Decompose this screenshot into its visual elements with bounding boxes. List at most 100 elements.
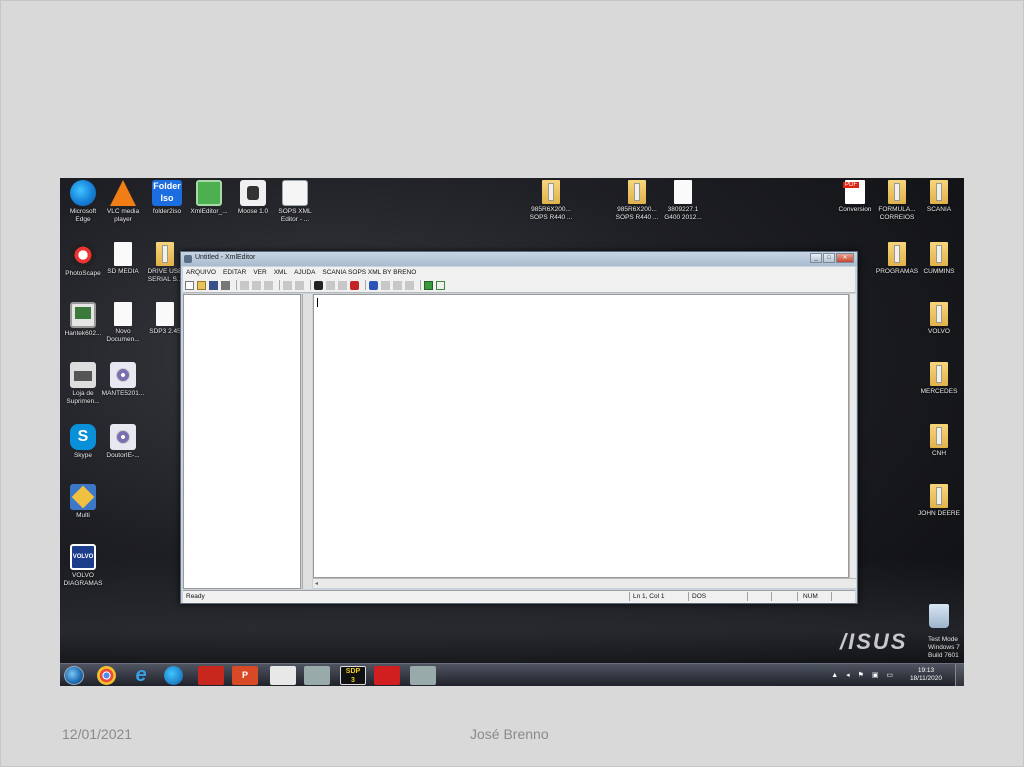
system-tray[interactable]: ▲ ◂ ⚑ ▣ ▭	[831, 671, 896, 679]
moose-icon	[240, 180, 266, 206]
close-button[interactable]: ✕	[836, 253, 854, 263]
folder-icon	[930, 424, 948, 448]
taskbar-clock[interactable]: 19:13 18/11/2020	[910, 667, 942, 683]
bookmark-icon[interactable]	[381, 280, 390, 290]
status-divider	[771, 592, 772, 601]
volvo-icon: VOLVO	[70, 544, 96, 570]
desktop-icon-label: PROGRAMAS	[875, 268, 919, 275]
desktop-icon-label: CNH	[931, 450, 947, 457]
menu-editar[interactable]: EDITAR	[223, 269, 246, 276]
replace-icon[interactable]	[350, 280, 359, 290]
folder-icon	[628, 180, 646, 204]
desktop-icon-multi[interactable]: Multi	[60, 484, 106, 520]
xmleditor-window: Untitled - XmlEditor _ □ ✕ ARQUIVO EDITA…	[180, 251, 858, 604]
bookmark-next-icon[interactable]	[393, 280, 402, 290]
find-prev-icon[interactable]	[338, 280, 347, 290]
footer-date: 12/01/2021	[62, 726, 133, 742]
folder2iso-icon: Folder Iso	[152, 180, 182, 206]
bookmark-clear-icon[interactable]	[405, 280, 414, 290]
save-icon[interactable]	[209, 280, 218, 290]
copy-icon[interactable]	[252, 280, 261, 290]
desktop-icon-formula-correios[interactable]: FORMULA... CORREIOS	[874, 180, 920, 222]
tree-view-pane[interactable]	[183, 294, 301, 589]
photoscape-icon	[70, 242, 96, 268]
desktop-icon-scania[interactable]: SCANIA	[916, 180, 962, 214]
maximize-button[interactable]: □	[823, 253, 835, 263]
menu-ver[interactable]: VER	[253, 269, 266, 276]
desktop-icon-sd-media[interactable]: SD MEDIA	[100, 242, 146, 276]
desktop-icon-sops-folder-2[interactable]: 985R6X200... SOPS R440 ...	[614, 180, 660, 222]
desktop-icon-volvo-diagramas[interactable]: VOLVO VOLVO DIAGRAMAS	[60, 544, 106, 588]
status-divider	[688, 592, 689, 601]
pane-splitter[interactable]	[302, 294, 312, 589]
desktop-icon-novo-documento[interactable]: Novo Documen...	[100, 302, 146, 344]
desktop-icon-programas[interactable]: PROGRAMAS	[874, 242, 920, 276]
open-folder-icon[interactable]	[197, 280, 206, 290]
taskbar: e P SDP 3 ▲ ◂ ⚑ ▣ ▭ 19:13 18/11/2020	[60, 663, 964, 686]
mcafee-icon[interactable]	[198, 666, 224, 685]
toolbar-separator	[310, 280, 311, 290]
acrobat-icon[interactable]	[374, 666, 400, 685]
desktop-icon-label: VLC media player	[106, 208, 140, 223]
menu-xml[interactable]: XML	[274, 269, 287, 276]
status-bar: Ready Ln 1, Col 1 DOS NUM	[183, 590, 855, 603]
vertical-scrollbar[interactable]	[849, 294, 856, 578]
desktop-icon-xmleditor[interactable]: XmlEditor_...	[186, 180, 232, 216]
menu-ajuda[interactable]: AJUDA	[294, 269, 315, 276]
desktop-icon-label: VOLVO DIAGRAMAS	[63, 572, 103, 587]
new-file-icon[interactable]	[185, 280, 194, 290]
window-controls: _ □ ✕	[809, 253, 854, 263]
desktop-icon-label: Multi	[76, 512, 90, 519]
desktop-icon-g400[interactable]: 3809227.1 G400 2012...	[660, 180, 706, 222]
desktop-icon-moose[interactable]: Moose 1.0	[230, 180, 276, 216]
desktop-icon-conversion[interactable]: Conversion	[832, 180, 878, 214]
desktop-icon-cnh[interactable]: CNH	[916, 424, 962, 458]
show-desktop-button[interactable]	[955, 664, 964, 686]
minimize-button[interactable]: _	[810, 253, 822, 263]
drive-icon[interactable]	[410, 666, 436, 685]
status-text: Ready	[186, 593, 205, 600]
desktop-icon-vlc[interactable]: VLC media player	[100, 180, 146, 224]
undo-icon[interactable]	[283, 280, 292, 290]
check-icon[interactable]	[436, 280, 445, 290]
edge-taskbar-icon[interactable]	[164, 666, 183, 685]
desktop-icon-recycle-bin[interactable]	[916, 604, 962, 630]
desktop-icon-folder2iso[interactable]: Folder Iso folder2iso	[144, 180, 190, 216]
paste-icon[interactable]	[264, 280, 273, 290]
desktop-icon-cummins[interactable]: CUMMINS	[916, 242, 962, 276]
title-bar[interactable]: Untitled - XmlEditor _ □ ✕	[181, 252, 857, 266]
toolbar-separator	[420, 280, 421, 290]
desktop-icon-label: 985R6X200... SOPS R440 ...	[529, 206, 573, 221]
notepad-icon[interactable]	[270, 666, 296, 685]
menu-arquivo[interactable]: ARQUIVO	[186, 269, 216, 276]
recycle-bin-icon	[929, 604, 949, 628]
xml-text-editor[interactable]	[313, 294, 849, 578]
desktop-icon-mante[interactable]: MANTE5201...	[100, 362, 146, 398]
sdp3-icon[interactable]: SDP 3	[340, 666, 366, 685]
desktop-icon-sops-editor[interactable]: SOPS XML Editor - ...	[272, 180, 318, 224]
status-divider	[747, 592, 748, 601]
validate-icon[interactable]	[424, 280, 433, 290]
desktop-icon-volvo[interactable]: VOLVO	[916, 302, 962, 336]
status-position: Ln 1, Col 1	[633, 593, 665, 600]
scroll-left-icon[interactable]: ◂	[315, 580, 318, 587]
drive-icon[interactable]	[304, 666, 330, 685]
menu-scania-sops[interactable]: SCANIA SOPS XML BY BRENO	[322, 269, 416, 276]
horizontal-scrollbar[interactable]: ◂	[313, 578, 856, 588]
powerpoint-icon[interactable]: P	[232, 666, 258, 685]
desktop-icon-sops-folder-1[interactable]: 985R6X200... SOPS R440 ...	[528, 180, 574, 222]
redo-icon[interactable]	[295, 280, 304, 290]
desktop-icon-doutorie[interactable]: DoutorIE-...	[100, 424, 146, 460]
status-encoding: DOS	[692, 593, 707, 600]
find-next-icon[interactable]	[326, 280, 335, 290]
desktop-icon-mercedes[interactable]: MERCEDES	[916, 362, 962, 396]
chrome-icon[interactable]	[97, 666, 116, 685]
find-icon[interactable]	[314, 280, 323, 290]
cut-icon[interactable]	[240, 280, 249, 290]
start-button[interactable]	[64, 666, 84, 685]
desktop-icon-john-deere[interactable]: JOHN DEERE	[916, 484, 962, 518]
desktop-icon-label: VOLVO	[928, 328, 950, 335]
internet-explorer-icon[interactable]: e	[128, 665, 154, 685]
pen-icon[interactable]	[369, 280, 378, 290]
print-icon[interactable]	[221, 280, 230, 290]
